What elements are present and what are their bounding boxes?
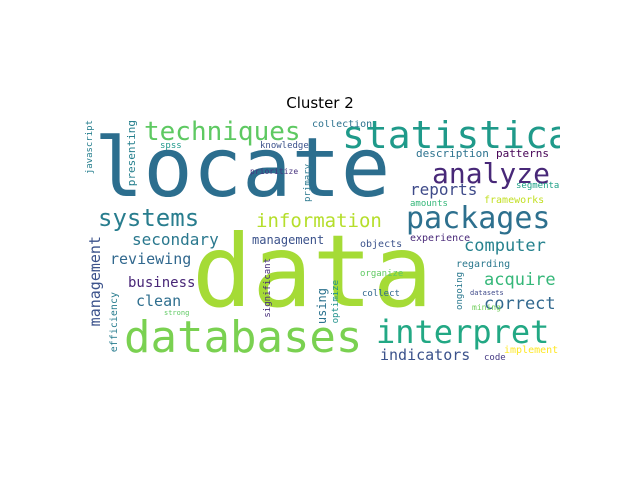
- word-using: using: [315, 288, 329, 325]
- word-mgmt: management: [86, 236, 104, 327]
- word-cloud-vertical: management management javascript present…: [80, 120, 560, 360]
- word-primary: primary: [303, 164, 313, 202]
- word-javascript: javascript: [85, 120, 95, 175]
- word-significant: significant: [263, 258, 273, 318]
- word-efficiency: efficiency: [109, 292, 120, 353]
- word-presenting: presenting: [125, 120, 138, 187]
- word-optimize: optimize: [331, 280, 341, 324]
- chart-title: Cluster 2: [286, 94, 354, 112]
- word-ongoing: ongoing: [455, 272, 465, 310]
